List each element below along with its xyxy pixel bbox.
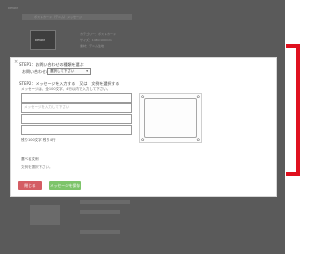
step2-hint: メッセージは、全100文字、4行以内で入力して下さい。 [21,87,111,91]
close-button[interactable]: 閉じる [18,181,42,190]
message-modal: × STEP1：お問い合わせの種類を選ぶ お問い合わせの種類 選択して下さい ▾… [10,57,277,197]
bg-item-2: サイズ：148×100mm [80,38,112,42]
corner-ornament-icon: ✿ [196,94,200,99]
bg-product-badge: DENiM [30,30,56,50]
message-placeholder: メッセージを入力して下さい [24,105,70,109]
inquiry-type-select[interactable]: 選択して下さい ▾ [47,68,91,75]
bg-lower-row-3 [80,230,120,234]
bg-lower-row-2 [80,210,120,214]
template-section-title: 選べる文例 [21,157,39,161]
bg-badge-text: DENiM [35,38,45,42]
highlight-bracket [286,44,300,176]
bg-title-bar: ポストカード（デニム）メッセージ [22,14,132,20]
corner-ornament-icon: ✿ [196,137,200,142]
save-message-button[interactable]: メッセージを保存 [49,181,81,190]
corner-ornament-icon: ✿ [141,94,145,99]
card-preview: ✿ ✿ ✿ ✿ [139,93,202,143]
message-line-1[interactable] [21,93,132,103]
bg-title-bar-text: ポストカード（デニム）メッセージ [34,15,82,19]
chevron-down-icon: ▾ [86,69,88,73]
remaining-counter: 残り100文字 残り4行 [21,138,56,142]
message-line-4[interactable] [21,125,132,135]
corner-ornament-icon: ✿ [141,137,145,142]
bg-lower-row-1 [80,200,130,204]
message-line-3[interactable] [21,114,132,124]
bg-header-text: DENiM [8,6,18,10]
close-icon[interactable]: × [14,59,18,65]
message-line-2[interactable]: メッセージを入力して下さい [21,103,132,113]
bg-lower-block [30,205,60,225]
bg-item-3: 素材：デニム生地 [80,44,105,48]
template-empty-text: 文例を選択下さい。 [21,165,53,169]
inquiry-type-select-value: 選択して下さい [50,69,75,73]
bg-item-1: カテゴリー：ポストカード [80,32,117,36]
card-preview-border [144,98,197,138]
